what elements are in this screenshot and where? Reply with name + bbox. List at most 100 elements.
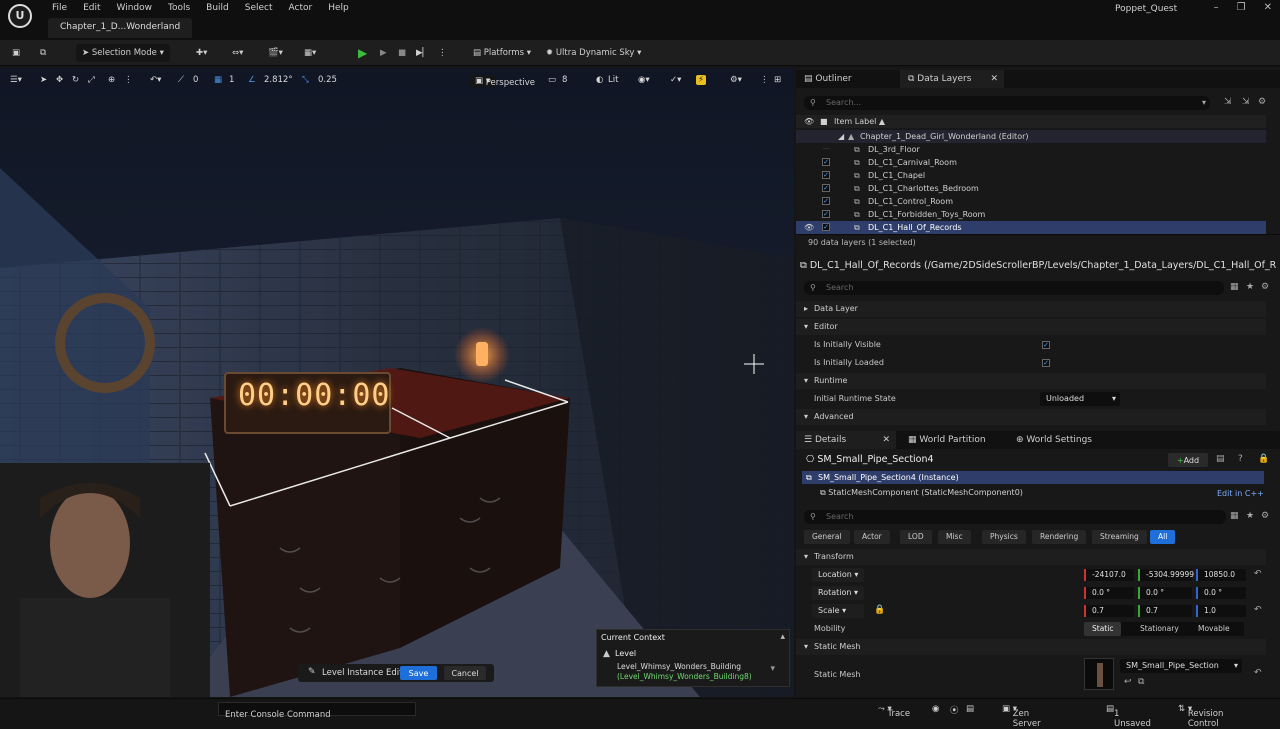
scale-snap-icon[interactable]: ⤡ <box>302 75 309 85</box>
show-flags-icon[interactable]: ◉▾ <box>638 75 650 85</box>
menu-window[interactable]: Window <box>109 3 161 13</box>
viewport-settings-icon[interactable]: ⚙▾ <box>730 75 742 85</box>
game-view-icon[interactable]: ⚡ <box>696 75 706 85</box>
mobility-static[interactable]: Static <box>1084 622 1122 636</box>
menu-tools[interactable]: Tools <box>160 3 198 13</box>
scale-snap-value[interactable]: 0.25 <box>318 75 337 85</box>
simulate-button[interactable]: ▶ <box>380 44 387 62</box>
tree-root[interactable]: ◢ ▲ Chapter_1_Dead_Girl_Wonderland (Edit… <box>796 130 1266 143</box>
component-row[interactable]: ⧉ StaticMeshComponent (StaticMeshCompone… <box>820 488 1023 498</box>
lit-mode-label[interactable]: Lit <box>608 75 618 85</box>
play-button[interactable]: ▶ <box>358 44 367 62</box>
layout-icon[interactable]: ⋮ <box>760 75 769 85</box>
search-dropdown-icon[interactable]: ▾ <box>1202 96 1206 110</box>
rotation-x[interactable]: 0.0 ° <box>1084 587 1134 599</box>
tab-world-settings[interactable]: ⊕ World Settings <box>1008 431 1100 449</box>
add-actor-icon[interactable]: ✚▾ <box>196 44 207 62</box>
camera-speed-value[interactable]: 8 <box>562 75 567 85</box>
ultra-dynamic-sky-button[interactable]: ✹ Ultra Dynamic Sky ▾ <box>546 44 641 62</box>
location-z[interactable]: 10850.0 <box>1196 569 1246 581</box>
tab-world-partition[interactable]: ▦ World Partition <box>900 431 994 449</box>
reset-mesh-icon[interactable]: ↶ <box>1254 668 1262 678</box>
save-button[interactable]: Save <box>400 666 437 680</box>
add-layer-icon[interactable]: ⇲ <box>1224 97 1232 107</box>
cat-misc[interactable]: Misc <box>938 530 971 544</box>
menu-select[interactable]: Select <box>237 3 281 13</box>
scale-tool-icon[interactable]: ⤢ <box>88 75 95 85</box>
rotation-snap-icon[interactable]: ⟋ <box>178 75 184 85</box>
menu-actor[interactable]: Actor <box>281 3 321 13</box>
outliner-search[interactable]: ⚲ Search... ▾ <box>804 96 1210 110</box>
derived-data-icon[interactable]: ▤ <box>966 704 974 714</box>
cancel-button[interactable]: Cancel <box>444 666 486 680</box>
visible-checkbox[interactable]: ✓ <box>1042 341 1050 349</box>
details-settings-icon[interactable]: ⚙ <box>1261 511 1269 521</box>
viewport-options-icon[interactable]: ☰▾ <box>10 75 22 85</box>
details-search[interactable]: ⚲ Search <box>804 510 1226 524</box>
cat-general[interactable]: General <box>804 530 850 544</box>
item-label-column[interactable]: Item Label ▲ <box>834 115 885 128</box>
cat-streaming[interactable]: Streaming <box>1092 530 1147 544</box>
tab-details[interactable]: ☰ Details ✕ <box>796 431 896 449</box>
layer-checkbox[interactable]: ✓ <box>822 171 830 179</box>
cat-all[interactable]: All <box>1150 530 1176 544</box>
trace-button[interactable]: ⤳ Trace ▾ <box>878 704 910 719</box>
visibility-icon[interactable]: 👁 <box>804 221 814 234</box>
snapshot-icon[interactable]: ⦿ <box>950 704 959 716</box>
reset-scale-icon[interactable]: ↶ <box>1254 605 1262 615</box>
menu-edit[interactable]: Edit <box>75 3 108 13</box>
revision-control-button[interactable]: ⇅ Revision Control ▾ <box>1178 704 1223 729</box>
section-editor[interactable]: ▾ Editor <box>796 319 1266 335</box>
modes-icon[interactable]: ▦▾ <box>304 44 316 62</box>
blueprint-icon[interactable]: ⇔▾ <box>232 44 243 62</box>
layer-checkbox[interactable]: ✓ <box>822 158 830 166</box>
add-component-button[interactable]: +Add <box>1168 453 1208 467</box>
unsaved-button[interactable]: ▤ 1 Unsaved <box>1106 704 1151 729</box>
context-collapse-icon[interactable]: ▴ <box>780 632 785 642</box>
rotation-z[interactable]: 0.0 ° <box>1196 587 1246 599</box>
close-tab-icon[interactable]: ✕ <box>882 431 890 449</box>
filter-icon[interactable]: ⇲ <box>1242 97 1250 107</box>
close-window-button[interactable]: ✕ <box>1264 2 1272 13</box>
angle-snap-icon[interactable]: ∠ <box>248 75 256 85</box>
section-runtime[interactable]: ▾ Runtime <box>796 373 1266 389</box>
context-dropdown-icon[interactable]: ▾ <box>770 664 775 674</box>
lock-icon[interactable]: 🔒 <box>1258 454 1269 464</box>
more-icon[interactable]: ⋮ <box>124 75 133 85</box>
perspective-dropdown[interactable]: ▣ Perspective ▾ <box>470 75 535 88</box>
content-browser-icon[interactable]: ⧉ <box>40 44 46 62</box>
level-viewport[interactable]: 00:00:00 ✎ Level Instance Edit Save Canc… <box>0 68 794 697</box>
rotation-snap-value[interactable]: 0 <box>193 75 198 85</box>
layer-checkbox[interactable]: ✓ <box>822 223 830 231</box>
cat-physics[interactable]: Physics <box>982 530 1026 544</box>
surface-snap-icon[interactable]: ↶▾ <box>150 75 161 85</box>
cinematics-icon[interactable]: 🎬▾ <box>268 44 283 62</box>
blueprint-icon[interactable]: ▤ <box>1216 454 1225 464</box>
cat-lod[interactable]: LOD <box>900 530 932 544</box>
maximize-button[interactable]: ❐ <box>1237 2 1246 13</box>
mesh-thumbnail[interactable] <box>1084 658 1114 690</box>
favorite-icon[interactable]: ★ <box>1246 511 1254 521</box>
scale-dropdown[interactable]: Scale ▾ <box>812 604 864 618</box>
lock-scale-icon[interactable]: 🔒 <box>874 605 885 615</box>
layer-checkbox[interactable]: ✓ <box>822 210 830 218</box>
runtime-state-dropdown[interactable]: Unloaded ▾ <box>1040 392 1120 406</box>
cat-actor[interactable]: Actor <box>854 530 890 544</box>
unreal-logo-icon[interactable]: U <box>8 4 32 28</box>
static-mesh-dropdown[interactable]: SM_Small_Pipe_Section ▾ <box>1120 659 1242 673</box>
section-static-mesh[interactable]: ▾ Static Mesh <box>796 639 1266 655</box>
platforms-dropdown[interactable]: ▤ Platforms ▾ <box>473 44 531 62</box>
location-y[interactable]: -5304.99999 <box>1138 569 1194 581</box>
browse-icon[interactable]: ⧉ <box>1138 677 1144 687</box>
realtime-icon[interactable]: ✓▾ <box>670 75 681 85</box>
minimize-button[interactable]: – <box>1214 2 1219 13</box>
rotation-dropdown[interactable]: Rotation ▾ <box>812 586 864 600</box>
list-item[interactable]: ✓ ⧉ DL_C1_Carnival_Room <box>796 156 1266 169</box>
loaded-checkbox[interactable]: ✓ <box>1042 359 1050 367</box>
save-icon[interactable]: ▣ <box>12 44 20 62</box>
list-item[interactable]: ✓ ⧉ DL_C1_Charlottes_Bedroom <box>796 182 1266 195</box>
list-item[interactable]: — ⧉ DL_3rd_Floor <box>796 143 1266 156</box>
console-input[interactable]: Enter Console Command <box>218 702 416 720</box>
outliner-settings-icon[interactable]: ⚙ <box>1258 97 1266 107</box>
table-view-icon[interactable]: ▦ <box>1230 282 1239 292</box>
